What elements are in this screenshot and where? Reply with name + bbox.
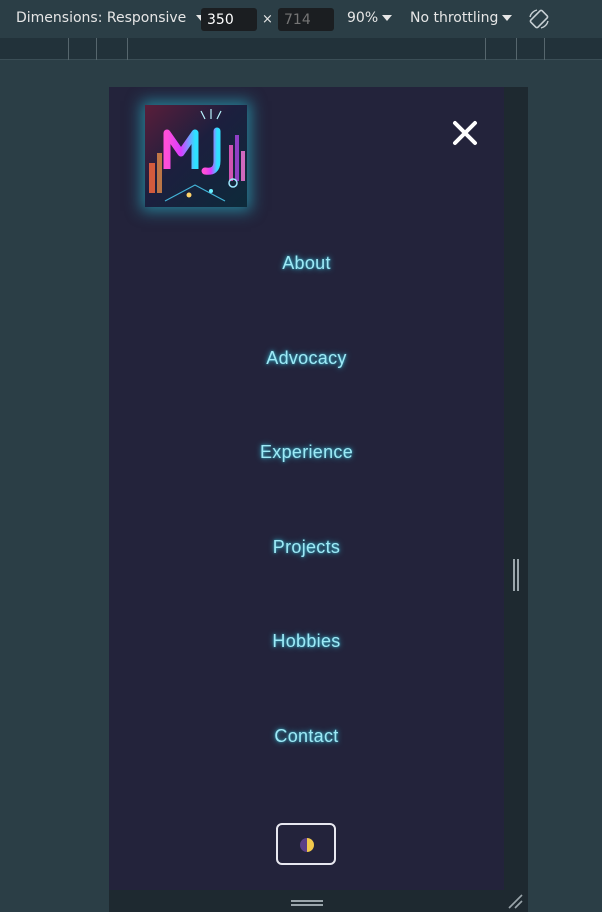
rotate-icon[interactable] (528, 8, 550, 30)
chevron-down-icon (502, 15, 513, 21)
resize-grip-horizontal-icon (291, 900, 323, 906)
nav-link-advocacy[interactable]: Advocacy (109, 348, 504, 369)
mj-logo-image (145, 105, 247, 207)
ruler-tick (96, 38, 97, 60)
site-logo[interactable] (145, 105, 247, 207)
nav-link-contact[interactable]: Contact (109, 726, 504, 747)
ruler-tick (516, 38, 517, 60)
times-symbol: × (262, 12, 273, 27)
ruler-tick (68, 38, 69, 60)
theme-toggle-button[interactable] (276, 823, 336, 865)
ruler-tick (544, 38, 545, 60)
ruler-tick (485, 38, 486, 60)
throttling-label: No throttling (410, 10, 499, 26)
media-query-ruler (0, 38, 602, 60)
nav-link-experience[interactable]: Experience (109, 442, 504, 463)
throttling-dropdown[interactable]: No throttling (410, 10, 513, 26)
zoom-label: 90% (347, 10, 379, 26)
dimensions-label: Dimensions: Responsive (16, 10, 187, 26)
devtools-device-toolbar: Dimensions: Responsive × 90% No throttli… (0, 0, 602, 38)
emulated-device-frame: About Advocacy Experience Projects Hobbi… (109, 87, 528, 912)
resize-handle-right[interactable] (504, 87, 528, 890)
width-input[interactable] (201, 8, 257, 31)
resize-grip-vertical-icon (513, 559, 519, 591)
height-input[interactable] (278, 8, 334, 31)
close-icon[interactable] (452, 120, 478, 146)
nav-link-about[interactable]: About (109, 253, 504, 274)
ruler-tick (127, 38, 128, 60)
nav-link-hobbies[interactable]: Hobbies (109, 631, 504, 652)
chevron-down-icon (382, 15, 393, 21)
nav-link-projects[interactable]: Projects (109, 537, 504, 558)
half-moon-icon (300, 838, 314, 852)
zoom-dropdown[interactable]: 90% (347, 10, 393, 26)
resize-corner-icon[interactable] (507, 893, 523, 909)
dimensions-dropdown[interactable]: Dimensions: Responsive (16, 10, 207, 26)
page-viewport: About Advocacy Experience Projects Hobbi… (109, 87, 504, 890)
